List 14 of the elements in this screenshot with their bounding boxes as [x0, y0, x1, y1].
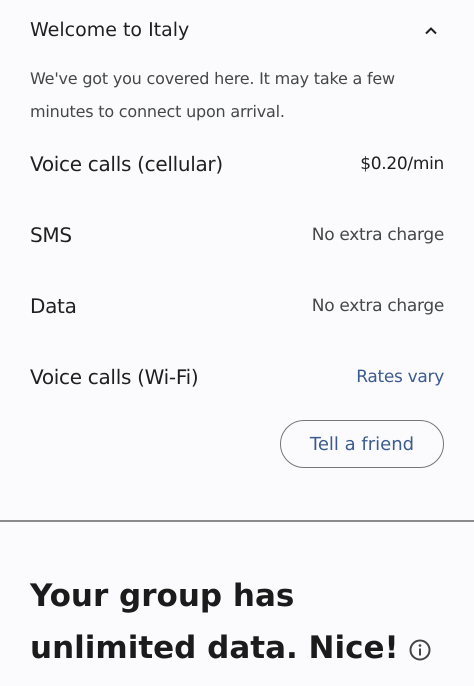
section-title: Welcome to Italy	[30, 19, 190, 41]
headline: Your group has unlimited data. Nice!	[30, 570, 444, 674]
info-icon[interactable]	[409, 639, 432, 661]
rate-label: SMS	[30, 222, 72, 246]
rate-link[interactable]: Rates vary	[356, 366, 444, 386]
caret-icon[interactable]	[424, 26, 438, 34]
rate-value: No extra charge	[312, 296, 444, 316]
rate-label: Voice calls (Wi-Fi)	[30, 364, 198, 388]
rate-label: Data	[30, 294, 77, 318]
description: We've got you covered here. It may take a few minutes to connect upon arrival.	[30, 68, 396, 123]
rate-value: $0.20/min	[360, 154, 444, 174]
rate-label: Voice calls (cellular)	[30, 152, 223, 176]
tell-friend-button[interactable]: Tell a friend	[280, 420, 444, 468]
rate-value: No extra charge	[312, 224, 444, 244]
